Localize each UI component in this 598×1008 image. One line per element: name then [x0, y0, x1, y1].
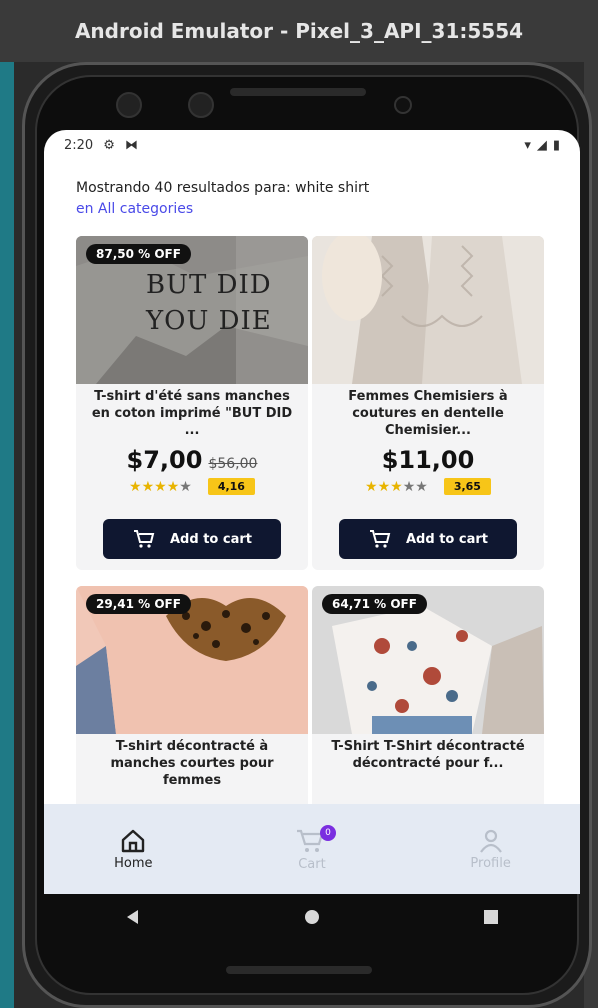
add-to-cart-button[interactable]: Add to cart [339, 519, 517, 559]
product-title[interactable]: Femmes Chemisiers à coutures en dentelle… [312, 384, 544, 440]
product-card[interactable]: Femmes Chemisiers à coutures en dentelle… [312, 236, 544, 570]
nav-cart-label: Cart [298, 856, 326, 872]
cart-count-badge: 0 [319, 824, 336, 841]
sensor-icon [394, 96, 412, 114]
home-icon [122, 829, 145, 852]
category-link[interactable]: en All categories [76, 201, 193, 217]
media-icon: ⧓ [124, 137, 138, 153]
print-text: BUT DID [146, 270, 272, 300]
print-text: YOU DIE [146, 306, 272, 336]
system-navigation [44, 894, 580, 940]
product-card[interactable]: 29,41 % OFF T-shirt décontracté à manche… [76, 586, 308, 816]
product-image[interactable] [312, 236, 544, 384]
back-icon[interactable] [124, 908, 142, 926]
camera-icon [116, 92, 142, 118]
nav-profile-label: Profile [470, 855, 511, 871]
desktop-edge [0, 0, 14, 1008]
profile-icon [479, 829, 502, 853]
product-image[interactable]: BUT DID YOU DIE 87,50 % OFF [76, 236, 308, 384]
status-time: 2:20 [64, 137, 94, 153]
status-bar: 2:20 ⚙ ⧓ ▾ ◢ ▮ [44, 130, 580, 160]
wifi-icon: ▾ [524, 137, 531, 153]
product-card[interactable]: BUT DID YOU DIE 87,50 % OFF T-shirt d'ét… [76, 236, 308, 570]
signal-icon: ◢ [536, 137, 547, 153]
app-screen: 2:20 ⚙ ⧓ ▾ ◢ ▮ Mostrando 40 resultados p… [44, 130, 580, 894]
nav-home-label: Home [114, 855, 153, 871]
add-to-cart-button[interactable]: Add to cart [103, 519, 281, 559]
product-title[interactable]: T-Shirt T-Shirt décontracté décontracté … [312, 734, 544, 790]
camera-icon [188, 92, 214, 118]
earpiece-speaker [230, 88, 366, 96]
add-to-cart-label: Add to cart [406, 531, 488, 547]
rating-value: 4,16 [207, 478, 255, 495]
nav-profile[interactable]: Profile [441, 828, 541, 871]
discount-badge: 87,50 % OFF [86, 244, 191, 264]
product-price: $11,00 [381, 446, 475, 474]
product-title[interactable]: T-shirt décontracté à manches courtes po… [76, 734, 308, 790]
bottom-speaker [226, 966, 372, 974]
rating-value: 3,65 [443, 478, 491, 495]
star-rating-icon: ★★★★★ [365, 478, 428, 495]
gear-icon: ⚙ [103, 137, 115, 153]
product-price: $7,00 [126, 446, 203, 474]
product-image[interactable]: 29,41 % OFF [76, 586, 308, 734]
nav-home[interactable]: Home [83, 828, 183, 871]
add-to-cart-label: Add to cart [170, 531, 252, 547]
emulator-title: Android Emulator - Pixel_3_API_31:5554 [0, 0, 598, 62]
bottom-navigation: Home 0 Cart Profile [44, 804, 580, 894]
nav-cart[interactable]: 0 Cart [262, 824, 362, 872]
home-button-icon[interactable] [303, 908, 321, 926]
results-summary: Mostrando 40 resultados para: white shir… [76, 180, 370, 196]
discount-badge: 29,41 % OFF [86, 594, 191, 614]
recents-icon[interactable] [482, 908, 500, 926]
battery-icon: ▮ [552, 137, 560, 153]
product-old-price: $56,00 [208, 456, 258, 472]
cart-icon [134, 530, 155, 548]
product-title[interactable]: T-shirt d'été sans manches en coton impr… [76, 384, 308, 440]
star-rating-icon: ★★★★★ [129, 478, 192, 495]
product-card[interactable]: 64,71 % OFF T-Shirt T-Shirt décontracté … [312, 586, 544, 816]
discount-badge: 64,71 % OFF [322, 594, 427, 614]
cart-icon [370, 530, 391, 548]
product-image[interactable]: 64,71 % OFF [312, 586, 544, 734]
